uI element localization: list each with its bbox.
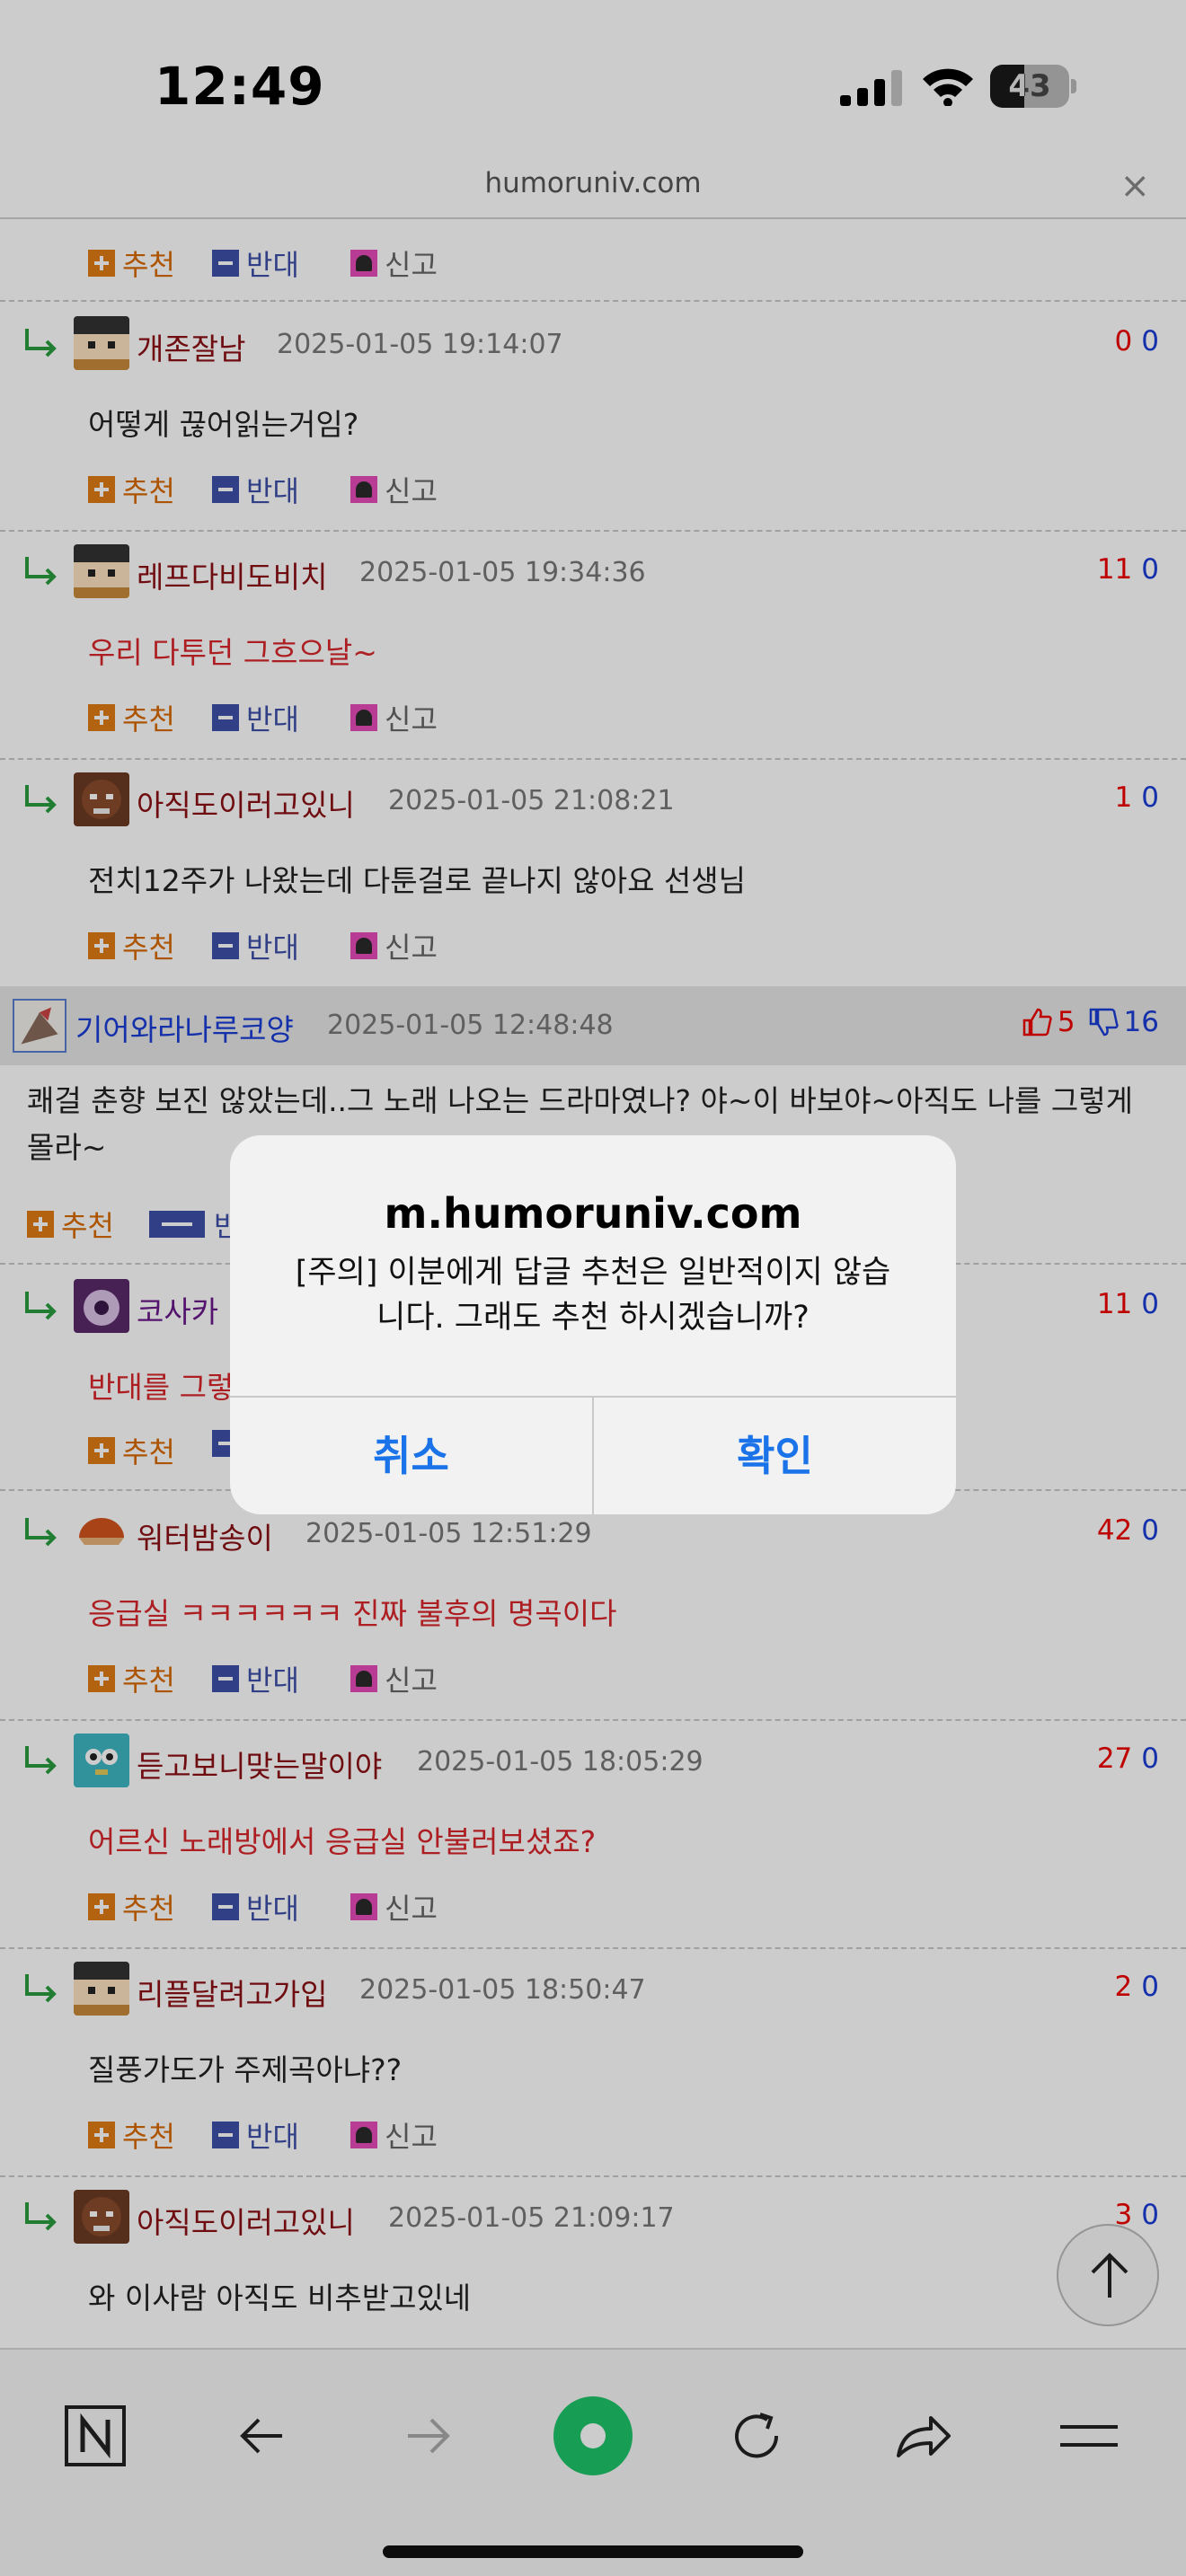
screen: 12:49 43 humoruniv.com × 추천 반대 신고 개존잘남 2… bbox=[0, 0, 1186, 2576]
dialog-message: [주의] 이분에게 답글 추천은 일반적이지 않습니다. 그래도 추천 하시겠습… bbox=[295, 1255, 891, 1336]
confirm-button[interactable]: 확인 bbox=[594, 1398, 956, 1514]
dialog-title: m.humoruniv.com bbox=[384, 1189, 802, 1238]
confirm-dialog: m.humoruniv.com [주의] 이분에게 답글 추천은 일반적이지 않… bbox=[230, 1135, 956, 1514]
cancel-button[interactable]: 취소 bbox=[230, 1398, 592, 1514]
